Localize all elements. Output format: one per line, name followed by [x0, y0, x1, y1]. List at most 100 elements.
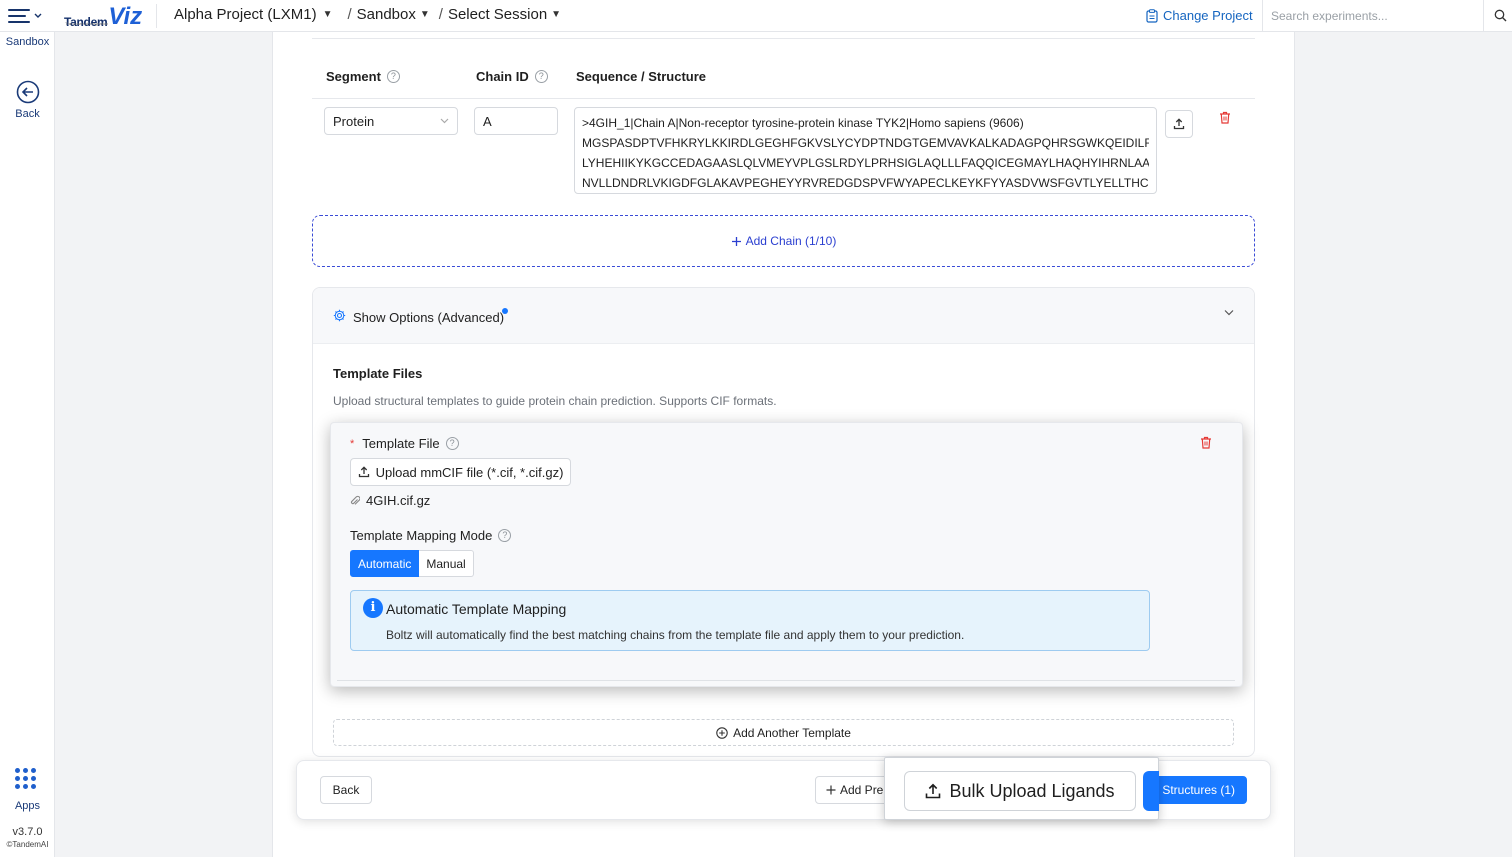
bulk-upload-ligands-button[interactable]: Bulk Upload Ligands	[904, 771, 1136, 811]
primary-button-edge	[1143, 771, 1159, 811]
mapping-mode-toggle: Automatic Manual	[350, 550, 474, 577]
back-label: Back	[15, 108, 40, 120]
sequence-line: >4GIH_1|Chain A|Non-receptor tyrosine-pr…	[582, 116, 1024, 130]
upload-icon	[1173, 118, 1185, 130]
segment-value: Protein	[333, 113, 375, 129]
back-button[interactable]: Back	[320, 776, 372, 804]
sequence-column-header: Sequence / Structure	[576, 69, 706, 84]
add-template-label: Add Another Template	[733, 725, 851, 740]
app-logo[interactable]: Tandem Viz The power of integration	[64, 3, 143, 30]
sequence-header-label: Sequence / Structure	[576, 69, 707, 84]
template-files-description: Upload structural templates to guide pro…	[333, 394, 777, 408]
delete-chain-icon[interactable]	[1219, 111, 1231, 124]
breadcrumb: Alpha Project (LXM1) ▼ / Sandbox ▼ / Sel…	[174, 6, 561, 23]
session-selector[interactable]: Select Session	[448, 6, 547, 23]
breadcrumb-separator: /	[347, 6, 352, 23]
add-prediction-label: Add Pre	[840, 783, 884, 797]
mapping-mode-label: Template Mapping Mode ?	[350, 528, 512, 543]
delete-template-icon[interactable]	[1200, 436, 1212, 449]
segment-select[interactable]: Protein	[324, 107, 458, 135]
sidebar-back-button[interactable]: Back	[0, 80, 55, 122]
sequence-textarea[interactable]: >4GIH_1|Chain A|Non-receptor tyrosine-pr…	[574, 107, 1157, 194]
plus-circle-icon	[716, 726, 728, 739]
change-project-button[interactable]: Change Project	[1146, 8, 1253, 23]
plus-icon	[731, 236, 741, 246]
file-name: 4GIH.cif.gz	[366, 493, 431, 508]
info-body: Boltz will automatically find the best m…	[386, 628, 965, 642]
chain-id-header-label: Chain ID	[476, 69, 529, 84]
template-file-label-text: Template File	[362, 436, 440, 451]
copyright-text: ©TandemAI	[6, 840, 49, 849]
add-template-button[interactable]: Add Another Template	[333, 719, 1234, 746]
top-bar: Tandem Viz The power of integration Alph…	[0, 0, 1512, 32]
info-icon: i	[363, 598, 383, 618]
breadcrumb-separator: /	[438, 6, 443, 23]
search-input[interactable]	[1271, 9, 1471, 23]
segment-column-header: Segment ?	[326, 69, 400, 84]
help-icon[interactable]: ?	[534, 70, 548, 83]
workspace-selector[interactable]: Sandbox	[357, 6, 416, 23]
menu-button[interactable]	[8, 6, 48, 26]
upload-icon	[926, 783, 941, 799]
template-file-label: * Template File ?	[350, 436, 459, 451]
add-chain-label: Add Chain (1/10)	[745, 234, 837, 248]
sequence-line: MGSPASDPTVFHKRYLKKIRDLGEGHFGKVSLYCYDPTND…	[582, 136, 1149, 150]
change-project-label: Change Project	[1163, 8, 1253, 23]
add-chain-button[interactable]: Add Chain (1/10)	[312, 215, 1255, 267]
chevron-down-icon[interactable]: ▼	[551, 9, 561, 20]
chain-id-column-header: Chain ID ?	[476, 69, 548, 84]
search-icon[interactable]	[1494, 9, 1507, 22]
chevron-down-icon	[440, 118, 449, 124]
upload-mmcif-label: Upload mmCIF file (*.cif, *.cif.gz)	[375, 464, 564, 480]
help-icon[interactable]: ?	[445, 437, 459, 450]
upload-mmcif-button[interactable]: Upload mmCIF file (*.cif, *.cif.gz)	[350, 458, 571, 486]
chevron-down-icon	[1224, 310, 1234, 316]
divider	[312, 38, 1255, 39]
help-icon[interactable]: ?	[386, 70, 400, 83]
left-sidebar: Sandbox Back Apps v3.7.0 ©TandemAI	[0, 32, 55, 857]
mode-manual-button[interactable]: Manual	[419, 550, 474, 577]
info-alert: i Automatic Template Mapping Boltz will …	[350, 590, 1150, 651]
info-title: Automatic Template Mapping	[386, 601, 567, 617]
paperclip-icon	[350, 495, 360, 505]
divider	[156, 4, 157, 28]
plus-icon	[826, 785, 836, 795]
help-icon[interactable]: ?	[498, 529, 512, 542]
divider	[337, 680, 1235, 681]
segment-header-label: Segment	[326, 69, 381, 84]
sequence-line: LYHEHIIKYKGCCEDAGAASLQLVMEYVPLGSLRDYLPRH…	[582, 156, 1149, 170]
template-files-title: Template Files	[333, 366, 423, 381]
zoom-callout: Bulk Upload Ligands	[884, 757, 1159, 820]
apps-label: Apps	[14, 800, 41, 812]
uploaded-file[interactable]: 4GIH.cif.gz	[350, 493, 430, 508]
apps-grid-icon	[15, 768, 39, 792]
logo-tagline: The power of integration	[65, 21, 109, 26]
apps-button[interactable]: Apps	[0, 768, 55, 814]
advanced-options-label: Show Options (Advanced)	[353, 310, 505, 325]
mapping-mode-label-text: Template Mapping Mode	[350, 528, 493, 543]
chain-id-input[interactable]: A	[474, 107, 558, 135]
upload-structure-button[interactable]	[1165, 110, 1193, 138]
chevron-down-icon[interactable]: ▼	[323, 9, 333, 20]
upload-icon	[358, 466, 369, 478]
logo-accent: Viz	[108, 3, 143, 30]
hamburger-icon	[8, 9, 30, 23]
clipboard-icon	[1146, 8, 1158, 23]
back-arrow-icon	[16, 80, 39, 104]
chevron-down-icon	[34, 13, 42, 18]
add-prediction-button[interactable]: Add Pre	[815, 776, 895, 804]
project-selector[interactable]: Alpha Project (LXM1)	[174, 6, 317, 23]
mode-automatic-button[interactable]: Automatic	[350, 550, 420, 577]
sequence-line: NVLLDNDRLVKIGDFGLAKAVPEGHEYYRVREDGDSPVFW…	[582, 176, 1149, 190]
notification-dot	[502, 308, 508, 314]
required-marker: *	[350, 437, 355, 450]
sidebar-menu-label: Sandbox	[5, 36, 50, 48]
divider	[312, 98, 1255, 99]
version-text: v3.7.0	[12, 826, 43, 838]
search-field	[1262, 0, 1484, 32]
chain-id-value: A	[483, 113, 492, 129]
gear-icon	[333, 309, 346, 322]
bulk-upload-label: Bulk Upload Ligands	[949, 780, 1115, 801]
advanced-options-toggle[interactable]: Show Options (Advanced)	[313, 288, 1254, 344]
chevron-down-icon[interactable]: ▼	[420, 9, 430, 20]
